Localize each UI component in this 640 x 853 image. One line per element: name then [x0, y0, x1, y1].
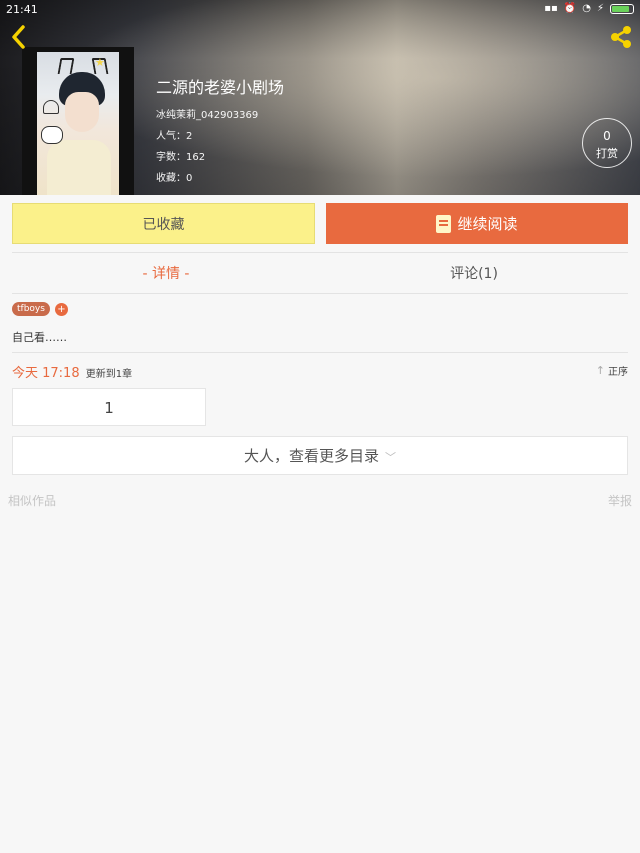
divider [12, 352, 628, 353]
report-link[interactable]: 举报 [608, 492, 632, 509]
alarm-icon: ⏰ [563, 3, 577, 14]
book-word-count: 字数：162 [156, 152, 206, 163]
book-favorites: 收藏：0 [156, 173, 193, 184]
wifi-icon: ◔ [582, 3, 591, 14]
cover-figure-shirt [47, 140, 111, 195]
collected-button[interactable]: 已收藏 [12, 203, 315, 244]
tip-button[interactable]: 0 打赏 [582, 118, 632, 168]
update-time: 今天 17:18 [12, 366, 80, 381]
tag-list: tfboys + [12, 302, 68, 316]
tab-details[interactable]: - 详情 - [12, 255, 320, 293]
divider [12, 293, 628, 294]
divider [12, 252, 628, 253]
status-time: 21:41 [6, 3, 38, 16]
tip-label: 打赏 [596, 147, 618, 160]
status-icons: ▪▪ ⏰ ◔ ⚡ [544, 3, 634, 14]
add-tag-button[interactable]: + [54, 302, 68, 316]
cover-figure-face [65, 92, 99, 132]
tip-count: 0 [603, 129, 611, 143]
update-text: 更新到1章 [85, 369, 133, 380]
umbrella-decoration [43, 100, 59, 114]
tab-bar: - 详情 - 评论(1) [12, 255, 628, 293]
update-info: 今天 17:18 更新到1章 [12, 362, 132, 381]
book-icon [436, 214, 452, 233]
similar-works-label: 相似作品 [8, 494, 57, 508]
battery-icon [610, 3, 634, 14]
back-arrow-icon [12, 25, 25, 49]
share-icon [611, 26, 631, 48]
share-button[interactable] [608, 24, 634, 50]
tag-chip[interactable]: tfboys [12, 302, 50, 316]
book-popularity: 人气：2 [156, 131, 193, 142]
sort-order-label: 正序 [608, 367, 628, 378]
mute-icon: ▪▪ [544, 3, 558, 14]
charging-icon: ⚡ [596, 3, 604, 14]
status-bar: 21:41 ▪▪ ⏰ ◔ ⚡ [0, 0, 640, 20]
bunny-decoration [41, 126, 63, 144]
star-decoration: ★ [95, 56, 105, 69]
book-title: 二源的老婆小剧场 [156, 78, 285, 97]
book-cover[interactable]: ★ [22, 47, 134, 195]
chevron-down-icon: ﹀ [385, 451, 396, 464]
book-author: 冰纯茉莉_042903369 [156, 110, 259, 121]
more-chapters-label: 大人，查看更多目录 [243, 447, 379, 465]
back-button[interactable] [8, 24, 30, 50]
book-description: 自己看…… [12, 331, 67, 344]
cover-photo: ★ [37, 52, 119, 195]
tab-comments[interactable]: 评论(1) [320, 255, 628, 293]
book-info: 二源的老婆小剧场 冰纯茉莉_042903369 人气：2 字数：162 收藏：0 [156, 74, 284, 190]
chapter-item[interactable]: 1 [12, 388, 206, 426]
book-header: 21:41 ▪▪ ⏰ ◔ ⚡ ★ 二源的老婆小剧场 冰纯茉莉_042903369… [0, 0, 640, 195]
continue-reading-label: 继续阅读 [457, 215, 518, 233]
sort-order-button[interactable]: ↑ 正序 [596, 363, 628, 378]
continue-reading-button[interactable]: 继续阅读 [326, 203, 628, 244]
more-chapters-button[interactable]: 大人，查看更多目录 ﹀ [12, 436, 628, 475]
arrow-up-icon: ↑ [595, 364, 605, 377]
